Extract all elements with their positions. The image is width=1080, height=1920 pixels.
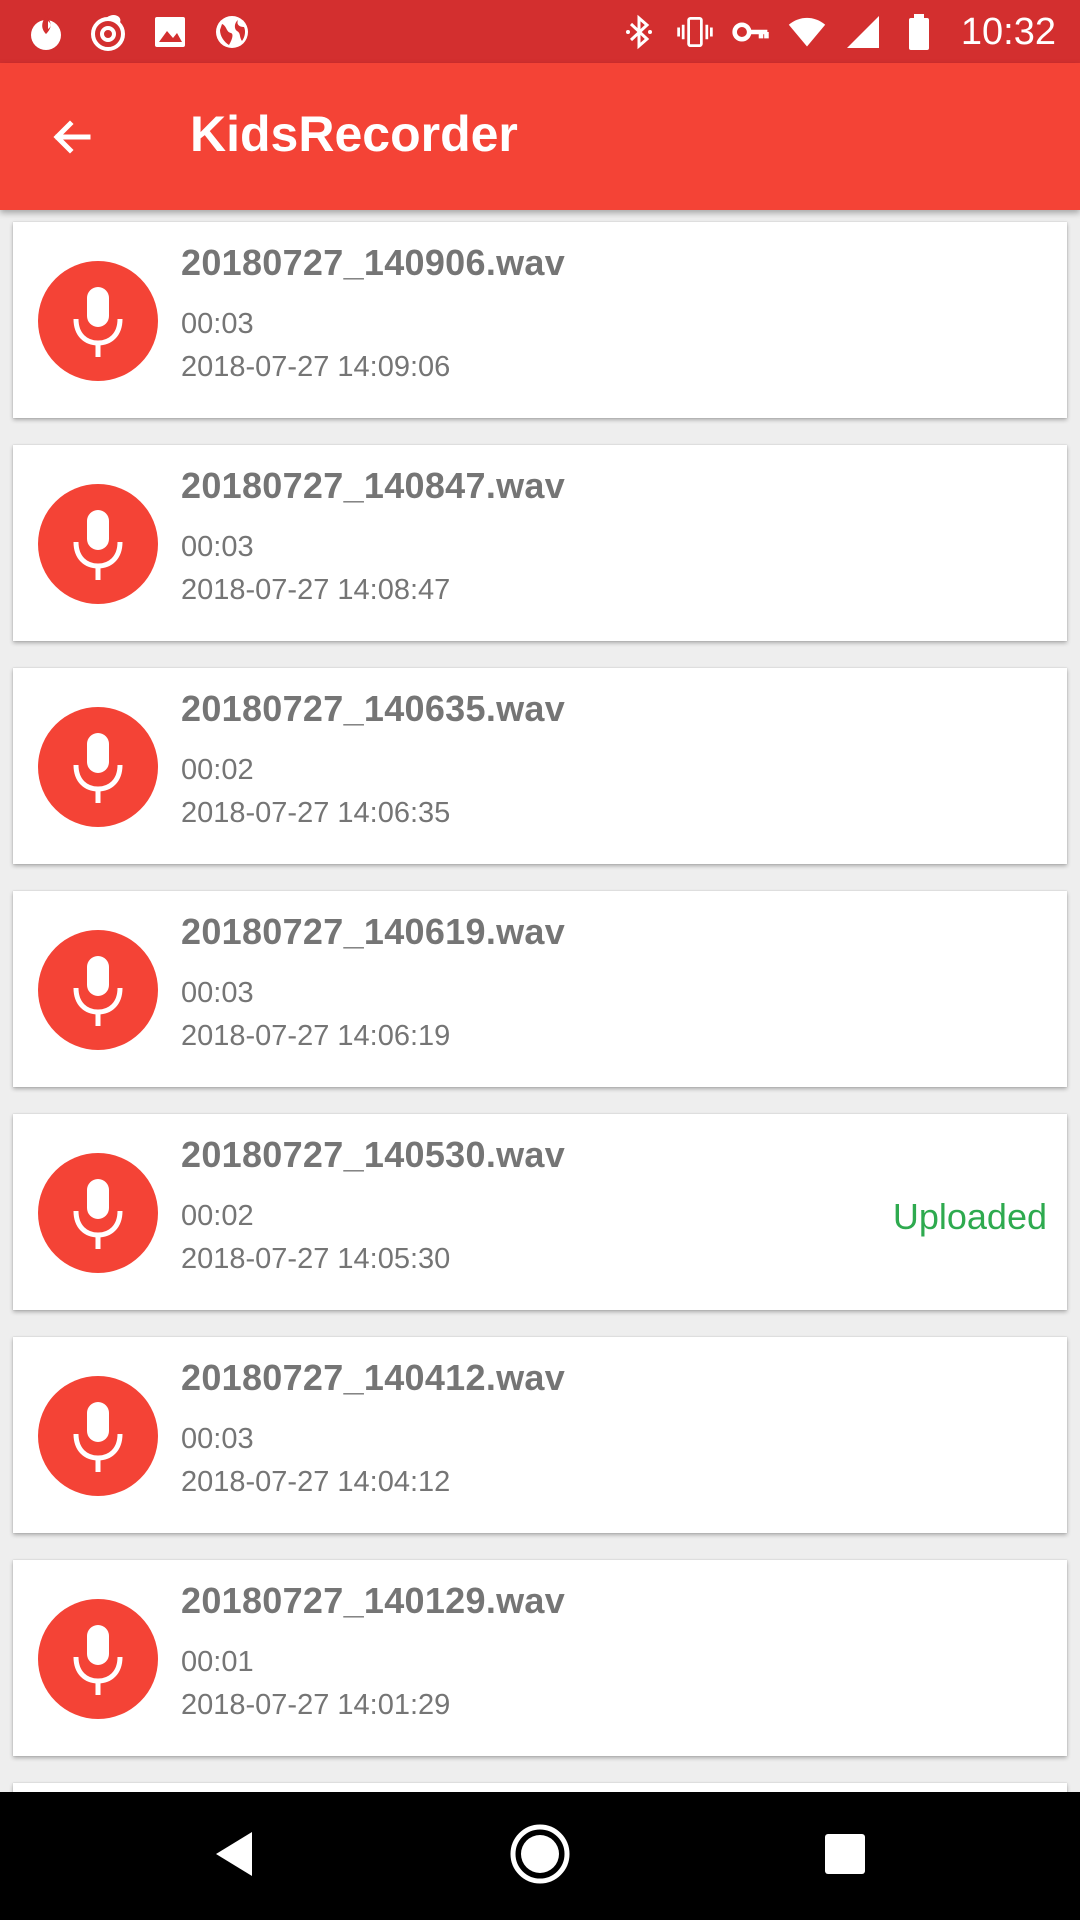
recording-duration: 00:02 [181, 1200, 254, 1232]
app-title: KidsRecorder [190, 106, 518, 162]
recording-name: 20180727_140129.wav [181, 1580, 566, 1621]
app-bar: KidsRecorder [0, 63, 1080, 210]
upload-status: Uploaded [892, 1196, 1047, 1237]
recording-duration: 00:01 [181, 1646, 254, 1678]
battery-icon [899, 12, 939, 52]
back-button[interactable] [36, 103, 108, 175]
recording-card[interactable]: 20180727_140619.wav 00:03 2018-07-27 14:… [13, 891, 1067, 1087]
mic-icon [38, 261, 158, 381]
wifi-icon [787, 12, 827, 52]
signal-icon [843, 12, 883, 52]
recording-duration: 00:03 [181, 531, 254, 563]
recordings-list[interactable]: 20180727_140906.wav 00:03 2018-07-27 14:… [0, 210, 1080, 1792]
recording-card[interactable]: 20180727_140635.wav 00:02 2018-07-27 14:… [13, 668, 1067, 864]
recents-square-icon [823, 1832, 867, 1881]
bluetooth-icon [619, 12, 659, 52]
recording-date: 2018-07-27 14:01:29 [181, 1689, 451, 1721]
nav-back-button[interactable] [190, 1812, 278, 1900]
vpn-key-icon [731, 12, 771, 52]
recording-name: 20180727_140619.wav [181, 911, 566, 952]
status-bar-notifications [26, 10, 252, 54]
recording-date: 2018-07-27 14:05:30 [181, 1243, 451, 1275]
recording-name: 20180727_140635.wav [181, 688, 566, 729]
recording-date: 2018-07-27 14:06:19 [181, 1020, 451, 1052]
app-flame-icon [26, 12, 66, 52]
image-icon [150, 12, 190, 52]
recording-name: 20180727_140412.wav [181, 1357, 566, 1398]
back-triangle-icon [210, 1828, 258, 1885]
mic-icon [38, 1599, 158, 1719]
recording-duration: 00:03 [181, 1423, 254, 1455]
recording-card[interactable]: 20180727_140412.wav 00:03 2018-07-27 14:… [13, 1337, 1067, 1533]
recording-name: 20180727_140530.wav [181, 1134, 566, 1175]
home-circle-icon [508, 1822, 572, 1891]
status-bar: 10:32 [0, 0, 1080, 63]
recording-card-partial[interactable] [13, 1783, 1067, 1792]
mic-icon [38, 1376, 158, 1496]
recording-card[interactable]: 20180727_140847.wav 00:03 2018-07-27 14:… [13, 445, 1067, 641]
recording-card[interactable]: 20180727_140530.wav 00:02 2018-07-27 14:… [13, 1114, 1067, 1310]
mic-icon [38, 707, 158, 827]
recording-duration: 00:03 [181, 308, 254, 340]
app-swirl-icon [88, 12, 128, 52]
recording-duration: 00:02 [181, 754, 254, 786]
globe-icon [212, 12, 252, 52]
recording-card[interactable]: 20180727_140906.wav 00:03 2018-07-27 14:… [13, 222, 1067, 418]
mic-icon [38, 1153, 158, 1273]
vibrate-icon [675, 12, 715, 52]
mic-icon [38, 930, 158, 1050]
recording-name: 20180727_140906.wav [181, 242, 566, 283]
nav-recents-button[interactable] [801, 1812, 889, 1900]
recording-date: 2018-07-27 14:04:12 [181, 1466, 451, 1498]
recording-date: 2018-07-27 14:08:47 [181, 574, 451, 606]
recording-date: 2018-07-27 14:06:35 [181, 797, 451, 829]
status-bar-system-icons: 10:32 [619, 10, 1056, 54]
status-bar-time: 10:32 [960, 10, 1056, 53]
recording-duration: 00:03 [181, 977, 254, 1009]
arrow-back-icon [48, 113, 96, 166]
nav-home-button[interactable] [496, 1812, 584, 1900]
navigation-bar [0, 1792, 1080, 1920]
mic-icon [38, 484, 158, 604]
recording-date: 2018-07-27 14:09:06 [181, 351, 451, 383]
recording-card[interactable]: 20180727_140129.wav 00:01 2018-07-27 14:… [13, 1560, 1067, 1756]
recording-name: 20180727_140847.wav [181, 465, 566, 506]
